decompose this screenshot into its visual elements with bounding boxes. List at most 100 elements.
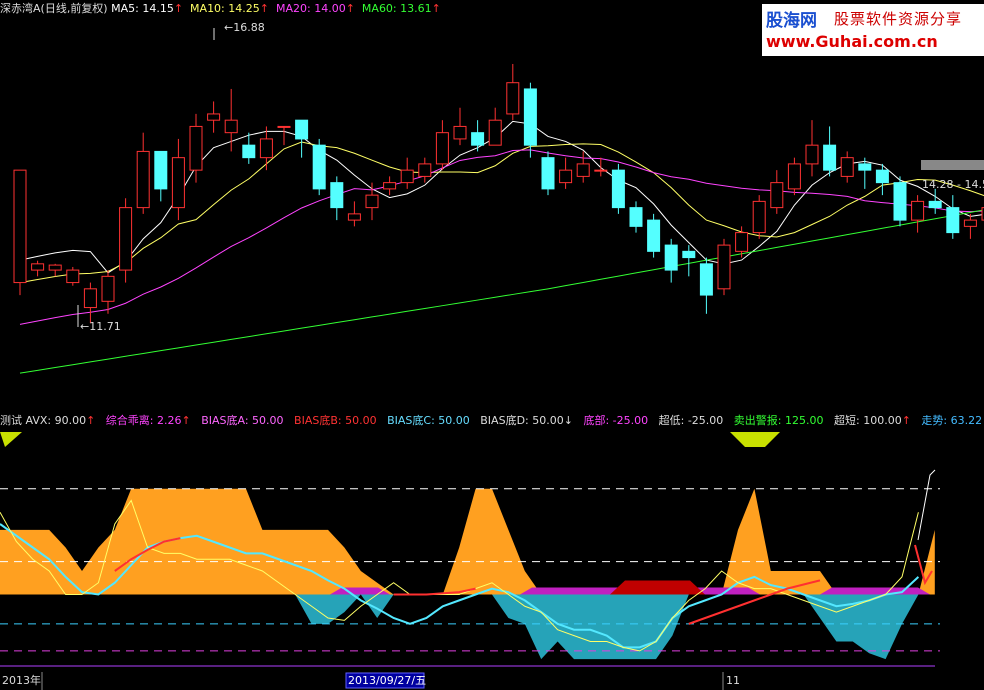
candle-body [506, 82, 520, 115]
arrow-icon: ↑ [86, 414, 106, 427]
indicator-label: BIAS底C: 50.00 [387, 414, 470, 427]
candle-body [928, 200, 942, 209]
candle-body [259, 138, 273, 159]
candle-body [699, 263, 713, 296]
indicator-label: 卖出警报: 125.00 [733, 414, 824, 427]
candle-body [400, 169, 414, 184]
candle-body [295, 119, 309, 140]
candle-body [277, 125, 291, 128]
candle-body [48, 264, 62, 271]
candle-body [154, 150, 168, 190]
arrow-icon: ↓ [563, 414, 584, 427]
candle-body [682, 250, 696, 259]
candle-body [66, 269, 80, 284]
date-cursor: 2013/09/27/五 [348, 674, 426, 687]
candle-body [365, 194, 379, 209]
candle-body [647, 219, 661, 252]
candle-body [717, 244, 731, 290]
watermark-url: www.Guhai.com.cn [766, 32, 938, 51]
price-range-label: 14.28 - 14.5 [922, 178, 984, 191]
indicator-label: 超短: 100.00 [834, 414, 902, 427]
indicator-label: 综合乖离: 2.26 [105, 414, 182, 427]
candle-body [858, 163, 872, 171]
candle-body [189, 125, 203, 171]
signal-triangle [730, 432, 780, 447]
watermark-title: 股海网 [766, 11, 817, 31]
candle-body [347, 213, 361, 221]
candle-body [629, 207, 643, 227]
date-left: 2013年 [2, 673, 41, 687]
up-arrow-icon: ↑ [345, 2, 362, 15]
candle-body [488, 119, 502, 146]
candle-body [242, 144, 256, 159]
ma60-line [19, 209, 984, 374]
candle-body [119, 207, 133, 271]
candle-body [664, 244, 678, 271]
candle-body [752, 200, 766, 234]
up-arrow-icon: ↑ [173, 2, 191, 15]
date-axis: 2013年 2013/09/27/五 11 [2, 672, 740, 690]
stock-name: 深赤湾A(日线,前复权) [0, 2, 112, 15]
candle-body [770, 182, 784, 209]
indicator-label: 测试 AVX: 90.00 [0, 414, 87, 427]
indicator-label: 底部: -25.00 [583, 414, 649, 427]
candle-body [963, 219, 977, 227]
white-indicator-line [917, 469, 936, 541]
indicator-label: BIAS底D: 50.00 [480, 414, 564, 427]
ma-label: MA20: 14.00 [275, 2, 346, 15]
candle-body [523, 88, 537, 146]
candle-body [83, 288, 97, 309]
indicator-header: 测试 AVX: 90.00↑ 综合乖离: 2.26↑ BIAS底A: 50.00… [0, 414, 984, 428]
indicator-label: BIAS底A: 50.00 [201, 414, 284, 427]
candle-body [171, 157, 185, 209]
candle-body [453, 125, 467, 140]
candle-body [893, 182, 907, 221]
ma-label: MA60: 13.61 [361, 2, 432, 15]
arrow-icon: ↑ [181, 414, 202, 427]
candle-body [207, 113, 221, 121]
candle-body [13, 169, 27, 284]
up-arrow-icon: ↑ [431, 2, 448, 15]
watermark-subtitle: 股票软件资源分享 [834, 10, 963, 28]
candle-body [611, 169, 625, 209]
candle-body [471, 132, 485, 146]
candle-body [224, 119, 238, 134]
candle-body [805, 144, 819, 165]
candle-body [911, 200, 925, 221]
candle-body [435, 132, 449, 165]
candle-body [840, 157, 854, 177]
orange-area [0, 488, 935, 595]
candle-body [541, 157, 555, 190]
candle-body [787, 163, 801, 190]
red-band [610, 580, 705, 595]
high-label: ←16.88 [224, 21, 265, 34]
candle-body [735, 232, 749, 252]
candle-body [31, 263, 45, 271]
candle-body [418, 163, 432, 177]
arrow-icon: ↑ [901, 414, 922, 427]
candle-body [946, 207, 960, 234]
signal-triangle [0, 432, 22, 447]
candle-body [330, 182, 344, 209]
candle-body [823, 144, 837, 171]
magenta-band [820, 587, 930, 595]
candle-body [875, 169, 889, 184]
candle-body [576, 163, 590, 177]
ma-label: MA10: 14.25 [190, 2, 260, 15]
ma-label: MA5: 14.15 [111, 2, 174, 15]
indicator-panel [0, 432, 940, 667]
indicator-label: 走势: 63.22 [921, 414, 983, 427]
stock-chart: ←16.88 ←11.71 14.28 - 14.5 2013年 2013/09/27… [0, 21, 984, 690]
ma5-line [19, 120, 984, 274]
indicator-label: 超低: -25.00 [658, 414, 724, 427]
candle-body [594, 169, 608, 172]
candle-body [101, 275, 115, 302]
date-mid: 11 [726, 674, 740, 687]
candle-body [383, 182, 397, 190]
indicator-label: BIAS底B: 50.00 [294, 414, 377, 427]
price-range-bar [921, 160, 984, 170]
